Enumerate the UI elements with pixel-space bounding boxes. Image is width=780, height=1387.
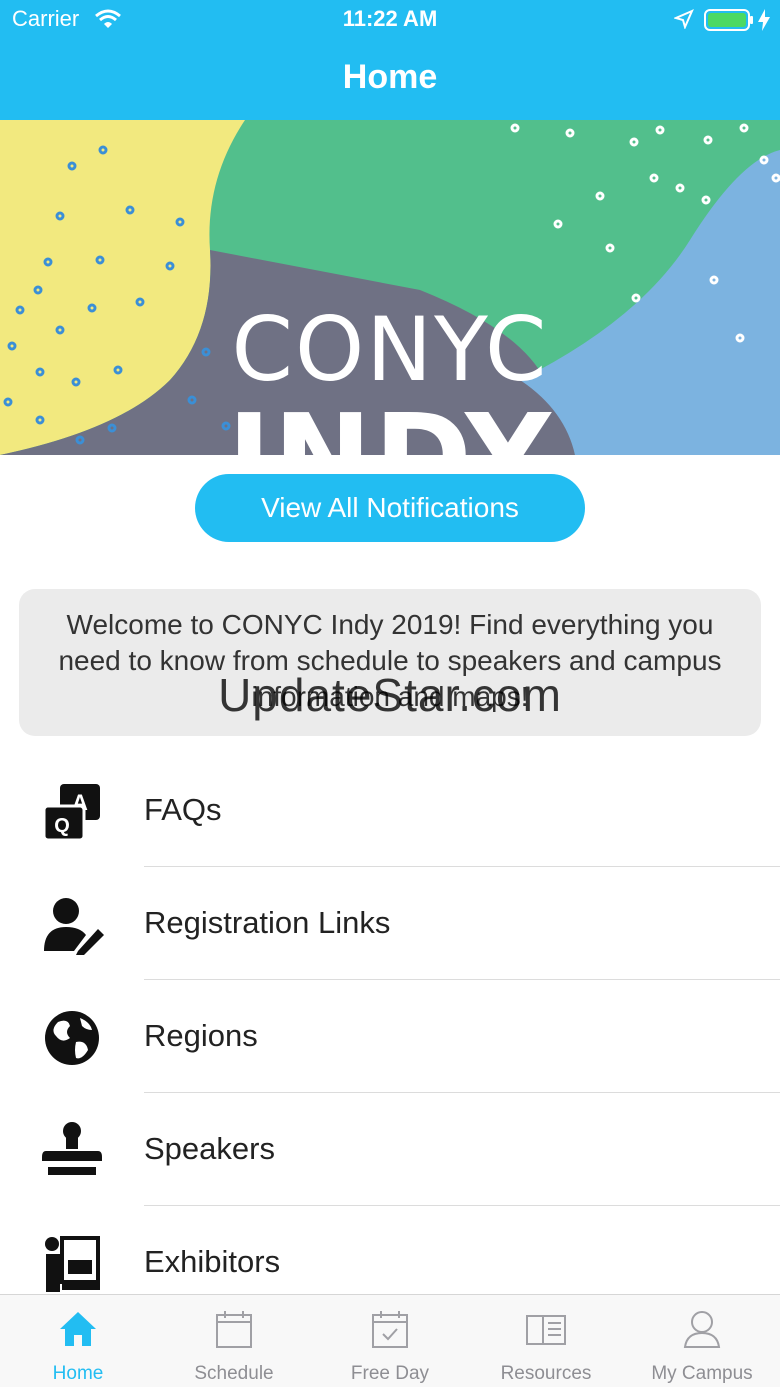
globe-icon: [40, 1008, 104, 1068]
tab-schedule[interactable]: Schedule: [156, 1295, 312, 1387]
navigation-bar: Home: [0, 40, 780, 120]
location-arrow-icon: [673, 9, 694, 34]
tab-free-day[interactable]: Free Day: [312, 1295, 468, 1387]
menu-item-speakers[interactable]: Speakers: [0, 1093, 780, 1206]
menu-list: A Q FAQs Registration Links Regions Spea…: [0, 754, 780, 1319]
menu-item-faqs[interactable]: A Q FAQs: [0, 754, 780, 867]
calendar-icon: [214, 1309, 254, 1349]
tab-resources[interactable]: Resources: [468, 1295, 624, 1387]
svg-text:Q: Q: [54, 815, 70, 837]
menu-item-label: Regions: [144, 1018, 258, 1053]
tab-label: Resources: [500, 1363, 592, 1384]
tab-label: Schedule: [194, 1363, 274, 1384]
tab-bar: Home Schedule Free Day Resources My Camp…: [0, 1294, 780, 1387]
menu-item-registration-links[interactable]: Registration Links: [0, 867, 780, 980]
menu-item-label: Registration Links: [144, 905, 391, 940]
menu-item-regions[interactable]: Regions: [0, 980, 780, 1093]
charging-bolt-icon: [757, 8, 771, 37]
tab-label: Home: [52, 1363, 104, 1384]
tab-home[interactable]: Home: [0, 1295, 156, 1387]
view-all-notifications-button[interactable]: View All Notifications: [195, 474, 585, 542]
page-title: Home: [342, 58, 438, 96]
tab-label: Free Day: [350, 1363, 430, 1384]
user-edit-icon: [40, 895, 104, 955]
conference-banner: CONYC INDY: [0, 120, 780, 455]
menu-item-label: FAQs: [144, 792, 222, 827]
banner-title-line1: CONYC: [231, 298, 549, 401]
faq-icon: A Q: [40, 782, 104, 842]
welcome-message: Welcome to CONYC Indy 2019! Find everyth…: [19, 589, 761, 736]
menu-item-label: Exhibitors: [144, 1244, 281, 1279]
clock: 11:22 AM: [342, 6, 438, 31]
person-icon: [682, 1309, 722, 1349]
home-icon: [58, 1309, 98, 1349]
status-bar: Carrier 11:22 AM: [0, 0, 780, 40]
book-icon: [526, 1309, 566, 1349]
battery-icon: [704, 8, 754, 37]
calendar-check-icon: [370, 1309, 410, 1349]
stamp-icon: [40, 1121, 104, 1181]
banner-title-line2: INDY: [0, 388, 780, 455]
presenter-icon: [40, 1234, 104, 1294]
menu-item-label: Speakers: [144, 1131, 275, 1166]
tab-label: My Campus: [651, 1363, 753, 1384]
tab-my-campus[interactable]: My Campus: [624, 1295, 780, 1387]
